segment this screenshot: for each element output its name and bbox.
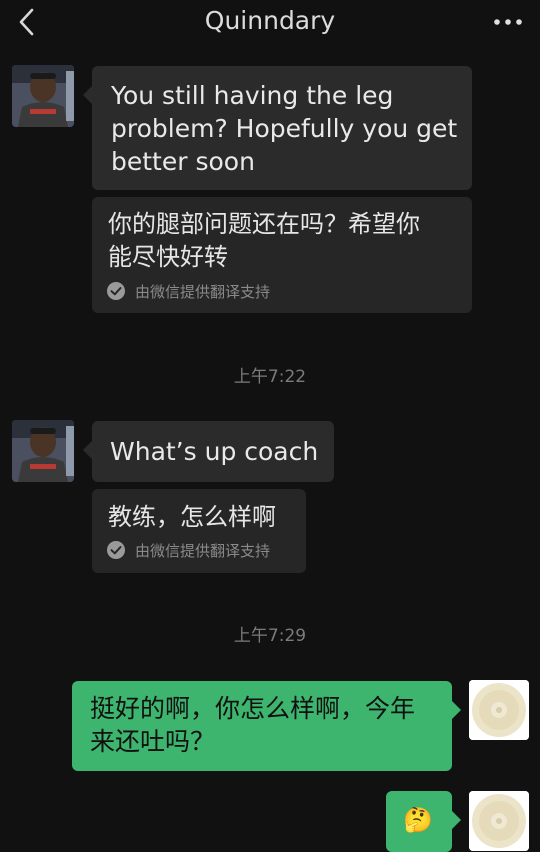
message-text-line: 来还吐吗？ bbox=[90, 727, 216, 756]
translation-text: 教练，怎么样啊 bbox=[108, 503, 276, 531]
chat-title: Quinndary bbox=[204, 6, 336, 35]
timestamp: 上午7:29 bbox=[233, 626, 307, 646]
chat-header: Quinndary bbox=[0, 0, 540, 46]
check-circle-icon bbox=[107, 282, 125, 300]
seal-avatar-icon bbox=[469, 680, 529, 740]
more-dots-icon bbox=[494, 19, 522, 25]
message-text-line: problem? Hopefully you get bbox=[111, 114, 458, 143]
message-bubble-outgoing[interactable]: 挺好的啊，你怎么样啊，今年 来还吐吗？ bbox=[72, 681, 461, 771]
check-circle-icon bbox=[107, 541, 125, 559]
message-bubble-outgoing[interactable]: 🤔 bbox=[386, 791, 461, 852]
message-text-line: You still having the leg bbox=[111, 81, 394, 110]
seal-avatar-icon bbox=[469, 791, 529, 851]
person-photo-icon bbox=[12, 420, 74, 482]
self-avatar[interactable] bbox=[469, 791, 529, 851]
person-photo-icon bbox=[12, 65, 74, 127]
translation-text-line: 你的腿部问题还在吗？希望你 bbox=[108, 210, 420, 238]
friend-avatar[interactable] bbox=[12, 65, 74, 127]
translation-text-line: 能尽快好转 bbox=[108, 243, 228, 271]
message-bubble-incoming[interactable]: You still having the leg problem? Hopefu… bbox=[83, 66, 472, 190]
friend-avatar[interactable] bbox=[12, 420, 74, 482]
translation-box[interactable]: 教练，怎么样啊 由微信提供翻译支持 bbox=[92, 489, 306, 573]
translation-box[interactable]: 你的腿部问题还在吗？希望你 能尽快好转 由微信提供翻译支持 bbox=[92, 197, 472, 313]
thinking-face-emoji: 🤔 bbox=[403, 806, 433, 834]
more-button[interactable] bbox=[488, 8, 528, 36]
message-bubble-incoming[interactable]: What’s up coach bbox=[83, 421, 334, 482]
self-avatar[interactable] bbox=[469, 680, 529, 740]
message-text-line: 挺好的啊，你怎么样啊，今年 bbox=[90, 694, 416, 723]
message-text-line: better soon bbox=[111, 147, 255, 176]
translation-source-note: 由微信提供翻译支持 bbox=[135, 542, 271, 560]
translation-source-note: 由微信提供翻译支持 bbox=[135, 283, 271, 301]
timestamp: 上午7:22 bbox=[233, 367, 307, 387]
message-text: What’s up coach bbox=[110, 437, 319, 466]
